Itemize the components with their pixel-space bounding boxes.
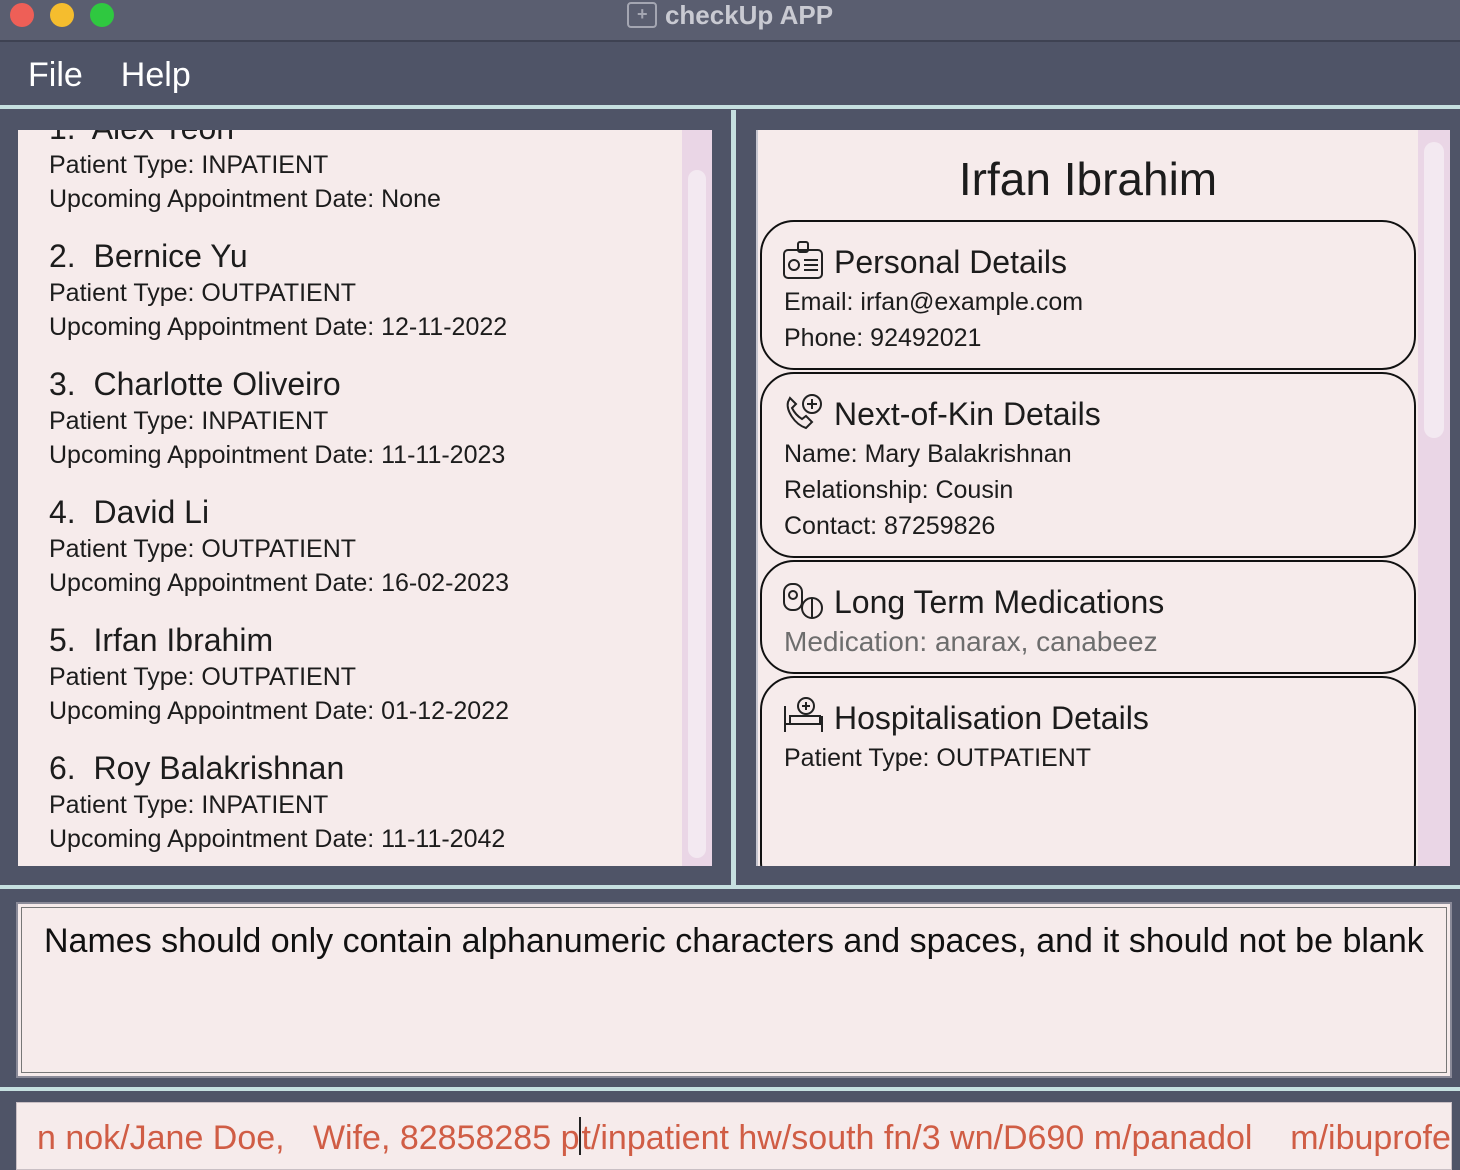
divider bbox=[0, 1087, 1460, 1091]
patient-name: 1. Alex Yeoh bbox=[49, 130, 509, 148]
result-message: Names should only contain alphanumeric c… bbox=[44, 922, 1424, 960]
hospital-bed-icon bbox=[784, 697, 823, 732]
nok-title: Next-of-Kin Details bbox=[834, 396, 1101, 432]
patient-appointment: Upcoming Appointment Date: 01-12-2022 bbox=[49, 697, 510, 725]
personal-email: Email: irfan@example.com bbox=[784, 288, 1084, 316]
patient-type: Patient Type: OUTPATIENT bbox=[49, 663, 357, 691]
nok-relationship: Relationship: Cousin bbox=[784, 476, 1014, 504]
title-bar: checkUp APP bbox=[0, 0, 1460, 42]
patient-name: 3. Charlotte Oliveiro bbox=[49, 366, 341, 402]
id-card-icon bbox=[783, 241, 823, 279]
hospitalisation-title: Hospitalisation Details bbox=[834, 700, 1149, 736]
patient-name: 5. Irfan Ibrahim bbox=[49, 622, 274, 658]
patient-appointment: Upcoming Appointment Date: 16-02-2023 bbox=[49, 569, 510, 597]
command-text: n nok/Jane Doe, Wife, 82858285 pt/inpati… bbox=[37, 1117, 1452, 1157]
patient-type: Patient Type: OUTPATIENT bbox=[49, 535, 357, 563]
hospitalisation-card: Hospitalisation Details Patient Type: OU… bbox=[760, 676, 1416, 866]
patient-type: Patient Type: INPATIENT bbox=[49, 407, 329, 435]
panel-divider bbox=[731, 110, 736, 886]
pills-icon bbox=[783, 583, 823, 619]
patient-name: 2. Bernice Yu bbox=[49, 238, 248, 274]
patient-list-item[interactable]: 5. Irfan Ibrahim Patient Type: OUTPATIEN… bbox=[49, 620, 509, 748]
patient-appointment: Upcoming Appointment Date: None bbox=[49, 185, 441, 213]
nok-contact: Contact: 87259826 bbox=[784, 512, 996, 540]
result-display: Names should only contain alphanumeric c… bbox=[16, 902, 1452, 1078]
divider bbox=[0, 885, 1460, 889]
patient-list-item[interactable]: 6. Roy Balakrishnan Patient Type: INPATI… bbox=[49, 748, 509, 866]
next-of-kin-card: Next-of-Kin Details Name: Mary Balakrish… bbox=[760, 372, 1416, 558]
medications-title: Long Term Medications bbox=[834, 584, 1165, 620]
patient-list-panel[interactable]: 1. Alex Yeoh Patient Type: INPATIENT Upc… bbox=[18, 130, 712, 866]
patient-type: Patient Type: INPATIENT bbox=[49, 151, 329, 179]
detail-scrollbar-thumb[interactable] bbox=[1424, 142, 1444, 438]
list-scrollbar[interactable] bbox=[682, 130, 712, 866]
patient-list-item[interactable]: 4. David Li Patient Type: OUTPATIENT Upc… bbox=[49, 492, 509, 620]
patient-type: Patient Type: INPATIENT bbox=[49, 791, 329, 819]
patient-name: 4. David Li bbox=[49, 494, 210, 530]
medications-list: Medication: anarax, canabeez bbox=[784, 626, 1158, 657]
patient-detail-panel: Irfan Ibrahim Personal Details Email: ir… bbox=[756, 130, 1450, 866]
detail-patient-name: Irfan Ibrahim bbox=[958, 153, 1218, 205]
patient-list-item[interactable]: 2. Bernice Yu Patient Type: OUTPATIENT U… bbox=[49, 236, 509, 364]
menu-file[interactable]: File bbox=[28, 56, 83, 95]
personal-phone: Phone: 92492021 bbox=[784, 324, 982, 352]
hospitalisation-type: Patient Type: OUTPATIENT bbox=[784, 744, 1092, 772]
nok-name: Name: Mary Balakrishnan bbox=[784, 440, 1072, 468]
list-scrollbar-thumb[interactable] bbox=[688, 170, 706, 858]
command-input[interactable]: n nok/Jane Doe, Wife, 82858285 pt/inpati… bbox=[16, 1102, 1452, 1170]
phone-icon bbox=[786, 394, 822, 430]
personal-details-card: Personal Details Email: irfan@example.co… bbox=[760, 220, 1416, 370]
window-title: checkUp APP bbox=[664, 0, 834, 30]
patient-list-item[interactable]: 1. Alex Yeoh Patient Type: INPATIENT Upc… bbox=[49, 130, 509, 236]
patient-appointment: Upcoming Appointment Date: 12-11-2022 bbox=[49, 313, 508, 341]
medications-card: Long Term Medications Medication: anarax… bbox=[760, 560, 1416, 674]
patient-list-item[interactable]: 3. Charlotte Oliveiro Patient Type: INPA… bbox=[49, 364, 509, 492]
menu-help[interactable]: Help bbox=[121, 56, 191, 95]
patient-appointment: Upcoming Appointment Date: 11-11-2042 bbox=[49, 825, 506, 853]
menu-bar: File Help bbox=[0, 44, 1460, 106]
personal-details-title: Personal Details bbox=[834, 244, 1067, 280]
patient-name: 6. Roy Balakrishnan bbox=[49, 750, 345, 786]
detail-scrollbar[interactable] bbox=[1418, 130, 1450, 866]
patient-appointment: Upcoming Appointment Date: 11-11-2023 bbox=[49, 441, 506, 469]
patient-type: Patient Type: OUTPATIENT bbox=[49, 279, 357, 307]
app-folder-icon bbox=[626, 2, 657, 28]
divider bbox=[0, 105, 1460, 109]
